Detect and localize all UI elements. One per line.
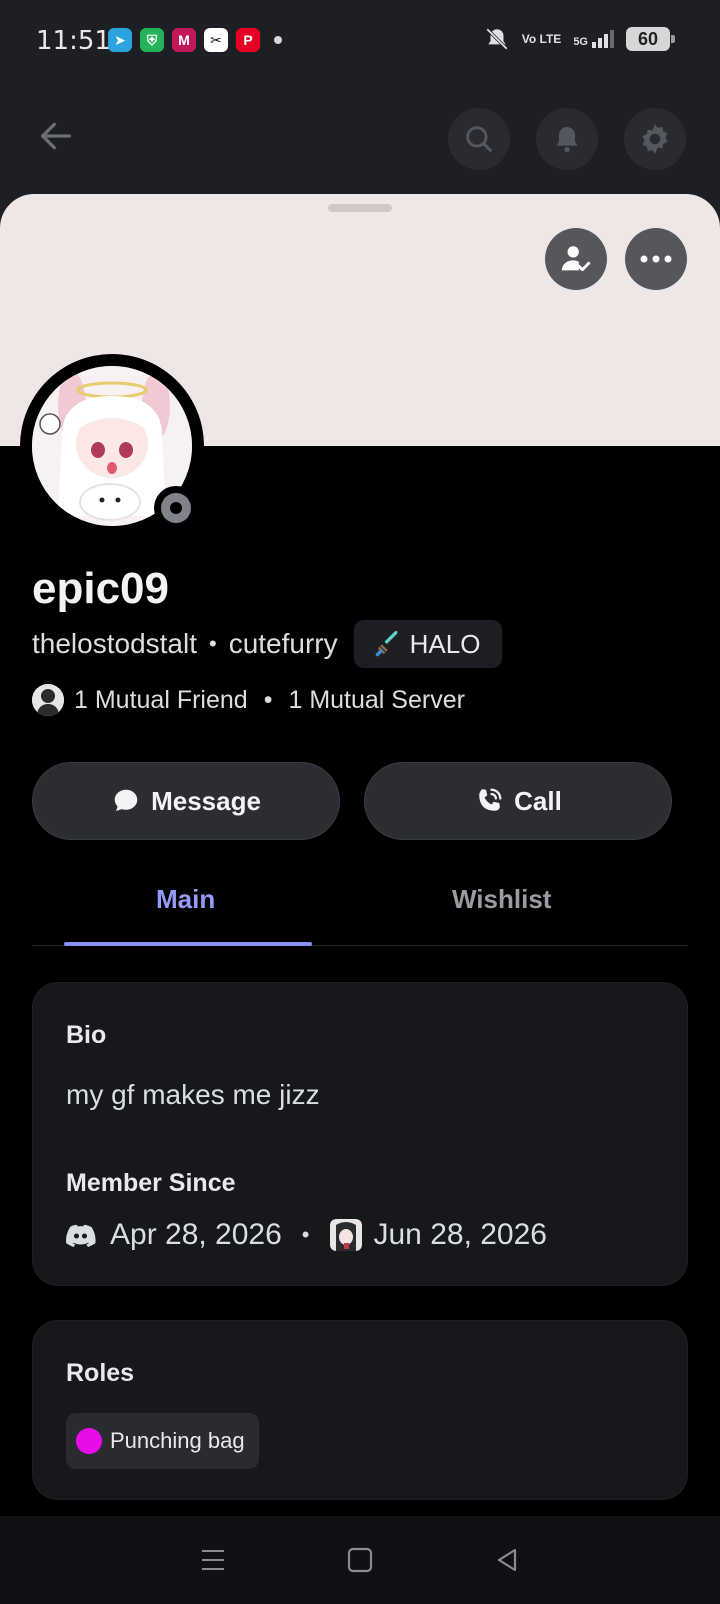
message-button[interactable]: Message [32,762,340,840]
bell-icon [556,127,578,153]
username-row: thelostodstalt • cutefurry HALO [32,620,503,668]
notification-icons: ➤ ⛨ M ✂ P [108,28,282,52]
call-button-label: Call [514,785,562,816]
bio-text: my gf makes me jizz [66,1079,320,1110]
member-since-row: Apr 28, 2026 • Jun 28, 2026 [66,1215,547,1255]
more-options-button[interactable] [625,228,687,290]
role-color-dot [76,1428,102,1454]
network-type: 5G [573,36,588,48]
status-bar: 11:51 ➤ ⛨ M ✂ P Vo LTE 5G 60 [0,0,720,84]
call-button[interactable]: Call [364,762,672,840]
recent-apps-icon[interactable] [199,1547,227,1573]
pronouns: cutefurry [228,628,338,659]
back-nav-icon[interactable] [493,1546,521,1574]
role-pill[interactable]: Punching bag [66,1413,259,1469]
mutual-servers-link[interactable]: 1 Mutual Server [288,686,464,715]
bio-heading: Bio [66,1021,107,1049]
volte-indicator: Vo LTE [521,32,562,46]
separator-dot: • [263,685,273,714]
roles-heading: Roles [66,1359,135,1387]
more-notifications-dot [274,36,282,44]
gear-icon [642,124,668,154]
telegram-icon: ➤ [108,28,132,52]
capcut-icon: ✂ [204,28,228,52]
back-button[interactable] [32,112,80,160]
tab-main[interactable]: Main [156,884,215,915]
search-button[interactable] [448,108,510,170]
system-icons: Vo LTE 5G 60 [484,26,675,52]
shield-vpn-icon: ⛨ [140,28,164,52]
signal-icon: 5G [573,30,614,48]
server-tag-badge[interactable]: HALO [353,620,503,668]
server-tag-label: HALO [409,628,481,659]
chat-bubble-icon [114,789,138,811]
settings-button[interactable] [624,108,686,170]
mutual-friend-avatar [32,684,64,716]
roles-card: Roles Punching bag [32,1320,688,1500]
phone-call-icon [479,788,502,811]
mutual-friends-link[interactable]: 1 Mutual Friend [74,686,248,715]
message-button-label: Message [151,785,261,816]
role-name: Punching bag [110,1428,245,1453]
member-since-heading: Member Since [66,1169,236,1197]
system-navigation-bar [0,1516,720,1604]
discord-logo-icon [66,1224,96,1247]
separator-dot: • [301,1222,310,1247]
profile-sheet: epic09 thelostodstalt • cutefurry HALO 1… [0,194,720,1604]
pinterest-icon: P [236,28,260,52]
username[interactable]: thelostodstalt [32,628,197,660]
muted-bell-icon [485,28,508,50]
mutuals-row: 1 Mutual Friend • 1 Mutual Server [32,682,465,718]
server-icon [329,1219,362,1251]
battery-indicator: 60 [626,27,675,51]
separator-dot: • [209,631,217,656]
friend-status-button[interactable] [545,228,607,290]
server-member-date: Jun 28, 2026 [373,1218,547,1251]
home-icon[interactable] [346,1546,374,1574]
friend-check-icon [561,246,591,272]
more-dots-icon [640,255,672,263]
sword-icon [375,631,397,657]
mail-app-icon: M [172,28,196,52]
notifications-button[interactable] [536,108,598,170]
display-name: epic09 [32,564,169,613]
discord-member-date: Apr 28, 2026 [110,1218,282,1251]
bio-card: Bio my gf makes me jizz Member Since Apr… [32,982,688,1286]
active-tab-indicator [64,942,312,946]
tab-wishlist[interactable]: Wishlist [452,884,551,915]
search-icon [466,126,492,152]
arrow-left-icon [41,122,72,150]
sheet-drag-handle[interactable] [328,204,392,212]
status-time: 11:51 [36,26,111,56]
profile-tabs: Main Wishlist [32,884,688,946]
status-indicator [154,486,198,530]
